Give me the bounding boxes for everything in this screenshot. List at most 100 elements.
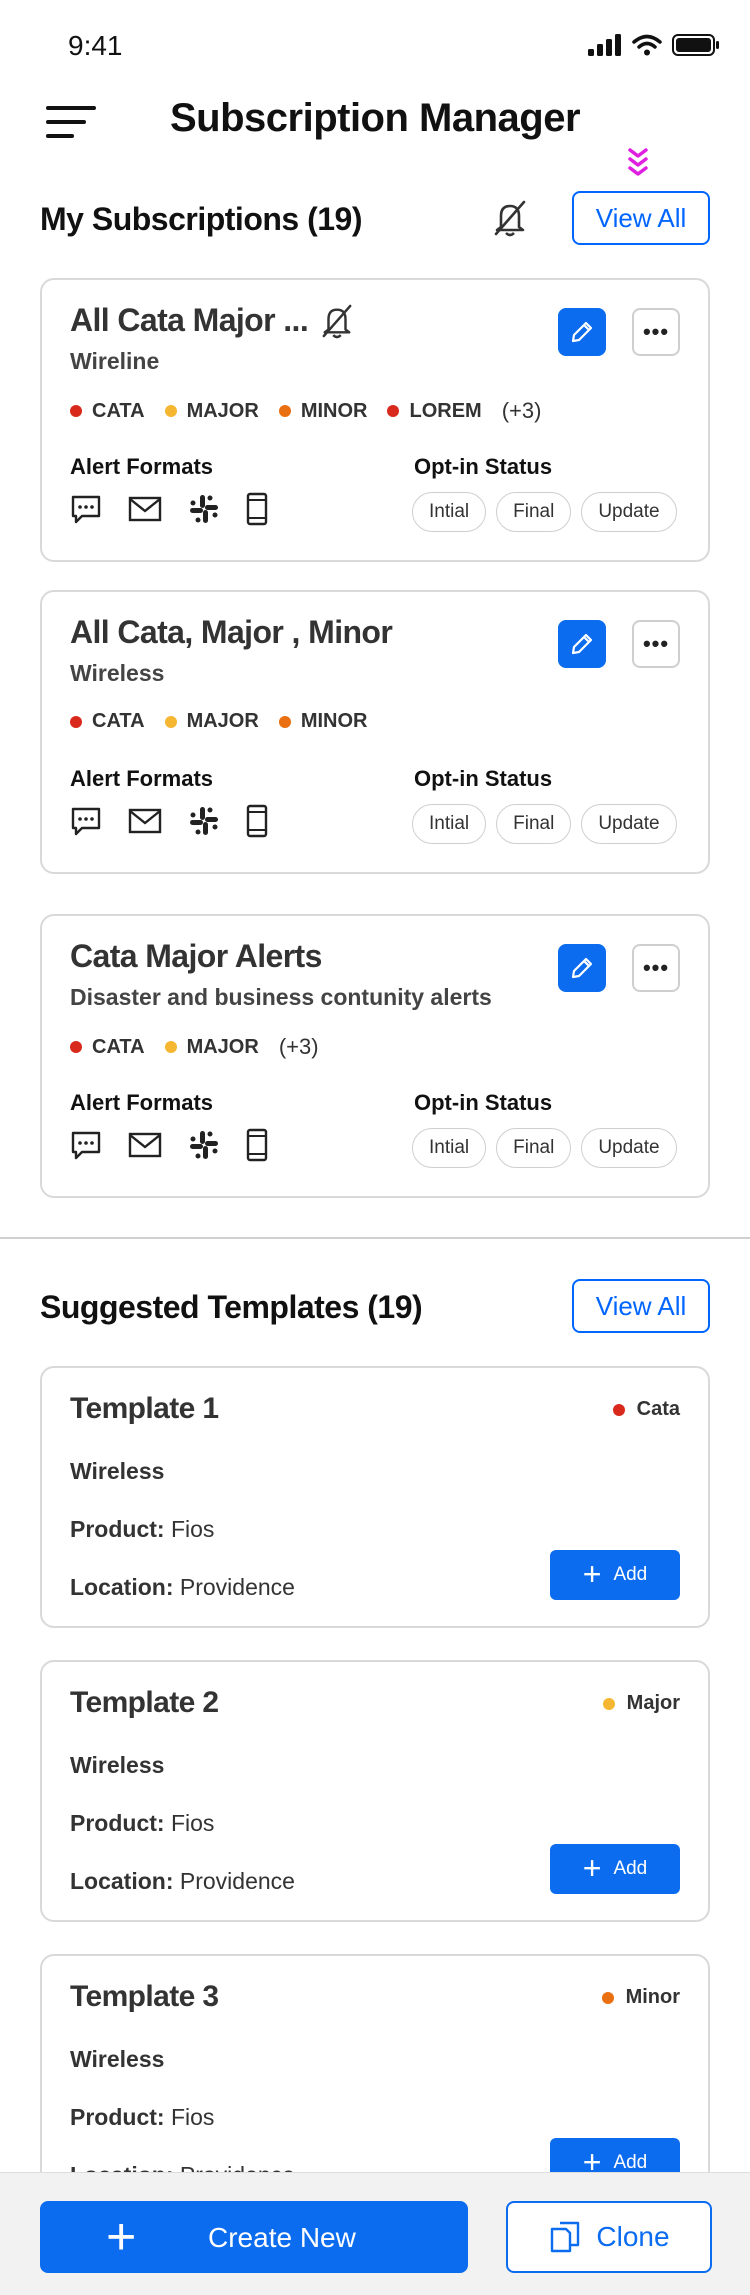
- opt-in-pill[interactable]: Intial: [412, 1128, 487, 1168]
- severity-chip: LOREM: [387, 400, 482, 423]
- severity-dot: [601, 1991, 614, 2004]
- pencil-icon: [571, 633, 593, 655]
- severity-dot: [164, 715, 177, 728]
- subscriptions-view-all-button[interactable]: View All: [572, 191, 710, 245]
- mail-icon: [128, 1132, 162, 1158]
- chevrons-down-icon: [628, 148, 648, 176]
- templates-view-all-button[interactable]: View All: [572, 1279, 710, 1333]
- slack-icon: [190, 807, 218, 835]
- severity-chip: MINOR: [278, 710, 367, 733]
- edit-button[interactable]: [558, 620, 606, 668]
- template-location: Location: Providence: [70, 1574, 295, 1600]
- opt-in-status-label: Opt-in Status: [414, 766, 553, 791]
- subscription-card: All Cata, Major , Minor Wireless ••• CAT…: [40, 590, 710, 874]
- edit-button[interactable]: [558, 308, 606, 356]
- alert-format-icons: [70, 492, 268, 526]
- template-network: Wireless: [70, 1458, 165, 1484]
- template-product: Product: Fios: [70, 2104, 215, 2130]
- template-title: Template 1: [70, 1392, 219, 1425]
- mail-icon: [128, 496, 162, 522]
- template-card[interactable]: Template 1 Cata Wireless Product: Fios L…: [40, 1366, 710, 1628]
- edit-button[interactable]: [558, 944, 606, 992]
- plus-icon: +: [106, 2208, 137, 2266]
- bell-off-icon[interactable]: [492, 199, 528, 237]
- message-icon: [71, 1131, 101, 1160]
- opt-in-pill[interactable]: Final: [496, 804, 572, 844]
- wifi-icon: [632, 34, 662, 56]
- template-network: Wireless: [70, 1752, 165, 1778]
- plus-icon: +: [582, 1555, 602, 1592]
- alert-format-icons: [70, 804, 268, 838]
- clone-button[interactable]: Clone: [506, 2201, 712, 2273]
- severity-dot: [278, 715, 291, 728]
- severity-chip: MAJOR: [164, 1036, 259, 1059]
- alert-formats-label: Alert Formats: [70, 1090, 214, 1115]
- template-severity: Cata: [612, 1398, 680, 1421]
- add-template-button[interactable]: + Add: [550, 1550, 680, 1600]
- severity-dot: [70, 715, 82, 728]
- subscriptions-title: My Subscriptions (19): [40, 201, 363, 237]
- subscription-card: All Cata Major ... Wireline ••• CATA MAJ…: [40, 278, 710, 562]
- plus-icon: +: [582, 1849, 602, 1886]
- severity-dot: [602, 1697, 615, 1710]
- templates-title: Suggested Templates (19): [40, 1289, 423, 1325]
- page-title: Subscription Manager: [169, 96, 581, 140]
- opt-in-pill[interactable]: Final: [496, 1128, 572, 1168]
- template-severity: Major: [602, 1692, 680, 1715]
- template-card[interactable]: Template 2 Major Wireless Product: Fios …: [40, 1660, 710, 1922]
- alert-format-icons: [70, 1128, 268, 1162]
- opt-in-pill[interactable]: Intial: [412, 492, 487, 532]
- template-severity: Minor: [601, 1986, 680, 2009]
- app-header: Subscription Manager: [0, 88, 750, 154]
- pencil-icon: [571, 321, 593, 343]
- message-icon: [71, 495, 101, 524]
- clone-icon: [551, 2221, 580, 2253]
- mobile-icon: [246, 804, 268, 838]
- opt-in-status-label: Opt-in Status: [414, 1090, 553, 1115]
- more-options-button[interactable]: •••: [632, 620, 680, 668]
- severity-dot: [387, 405, 400, 417]
- subscription-network: Wireless: [70, 660, 165, 686]
- severity-dot: [70, 1041, 82, 1053]
- subscription-network: Wireline: [70, 348, 160, 374]
- more-options-button[interactable]: •••: [632, 308, 680, 356]
- more-options-button[interactable]: •••: [632, 944, 680, 992]
- severity-dot: [164, 1041, 177, 1053]
- template-location: Location: Providence: [70, 1868, 295, 1894]
- create-new-button[interactable]: + Create New: [40, 2201, 468, 2273]
- opt-in-pill[interactable]: Final: [496, 492, 572, 532]
- more-severities[interactable]: (+3): [279, 1034, 319, 1060]
- severity-dot: [164, 405, 177, 417]
- section-divider: [0, 1237, 750, 1239]
- opt-in-pill[interactable]: Intial: [412, 804, 487, 844]
- opt-in-pill[interactable]: Update: [581, 804, 677, 844]
- severity-chip: CATA: [70, 710, 145, 733]
- more-severities[interactable]: (+3): [502, 398, 542, 424]
- bottom-action-bar: + Create New Clone: [0, 2172, 750, 2295]
- signal-icon: [588, 34, 621, 56]
- slack-icon: [190, 495, 218, 523]
- opt-in-pills: Intial Final Update: [412, 492, 677, 532]
- bell-off-icon: [322, 304, 352, 338]
- templates-header: Suggested Templates (19) View All: [40, 1279, 710, 1337]
- severity-chip: MAJOR: [164, 400, 259, 423]
- subscription-card: Cata Major Alerts Disaster and business …: [40, 914, 710, 1198]
- subscription-title: All Cata Major ...: [70, 302, 354, 339]
- opt-in-status-label: Opt-in Status: [414, 454, 553, 479]
- subscription-title: Cata Major Alerts: [70, 938, 322, 974]
- template-title: Template 2: [70, 1686, 219, 1719]
- severity-chip: MAJOR: [164, 710, 259, 733]
- opt-in-pills: Intial Final Update: [412, 1128, 677, 1168]
- mobile-icon: [246, 1128, 268, 1162]
- severity-chip: CATA: [70, 400, 145, 423]
- slack-icon: [190, 1131, 218, 1159]
- mobile-icon: [246, 492, 268, 526]
- opt-in-pill[interactable]: Update: [581, 1128, 677, 1168]
- severity-chip: CATA: [70, 1036, 145, 1059]
- opt-in-pill[interactable]: Update: [581, 492, 677, 532]
- add-template-button[interactable]: + Add: [550, 1844, 680, 1894]
- template-network: Wireless: [70, 2046, 165, 2072]
- severity-dot: [612, 1403, 625, 1416]
- template-title: Template 3: [70, 1980, 219, 2013]
- battery-icon: [672, 34, 719, 56]
